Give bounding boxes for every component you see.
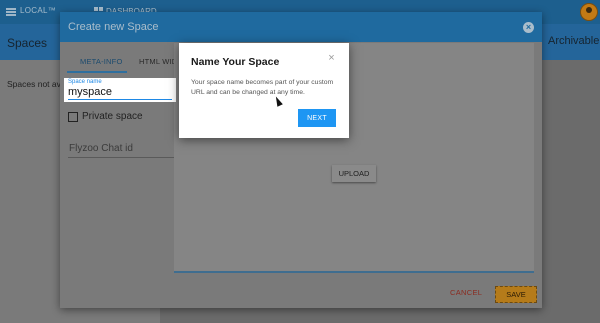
space-name-input[interactable] bbox=[68, 85, 172, 100]
content-divider bbox=[174, 271, 534, 273]
tab-meta-info[interactable]: META-INFO bbox=[80, 57, 123, 66]
dialog-header: Create new Space × bbox=[60, 12, 542, 42]
flyzoo-underline bbox=[68, 157, 174, 158]
private-space-checkbox[interactable] bbox=[68, 112, 78, 122]
archivable-header: Archivable bbox=[548, 35, 600, 47]
dialog-title: Create new Space bbox=[68, 21, 159, 33]
modal-title: Name Your Space bbox=[191, 56, 280, 68]
app-brand[interactable]: LOCAL™ bbox=[20, 6, 56, 15]
close-icon[interactable]: × bbox=[523, 22, 534, 33]
flyzoo-chat-input[interactable]: Flyzoo Chat id bbox=[69, 143, 133, 154]
modal-body: Your space name becomes part of your cus… bbox=[191, 79, 334, 96]
private-space-label[interactable]: Private space bbox=[82, 111, 143, 122]
avatar[interactable] bbox=[580, 3, 598, 21]
tab-html-widgets[interactable]: HTML WIDGETS bbox=[139, 57, 179, 66]
upload-button[interactable]: UPLOAD bbox=[332, 165, 376, 182]
active-tab-indicator bbox=[67, 71, 127, 73]
name-your-space-modal: Name Your Space × Your space name become… bbox=[179, 43, 349, 138]
save-button[interactable]: SAVE bbox=[495, 286, 537, 303]
space-name-field: Space name bbox=[64, 78, 176, 102]
modal-close-icon[interactable]: × bbox=[327, 53, 336, 64]
menu-icon[interactable] bbox=[6, 8, 16, 16]
cancel-button[interactable]: CANCEL bbox=[450, 288, 482, 297]
page-title: Spaces bbox=[7, 36, 48, 50]
next-button[interactable]: NEXT bbox=[298, 109, 336, 127]
